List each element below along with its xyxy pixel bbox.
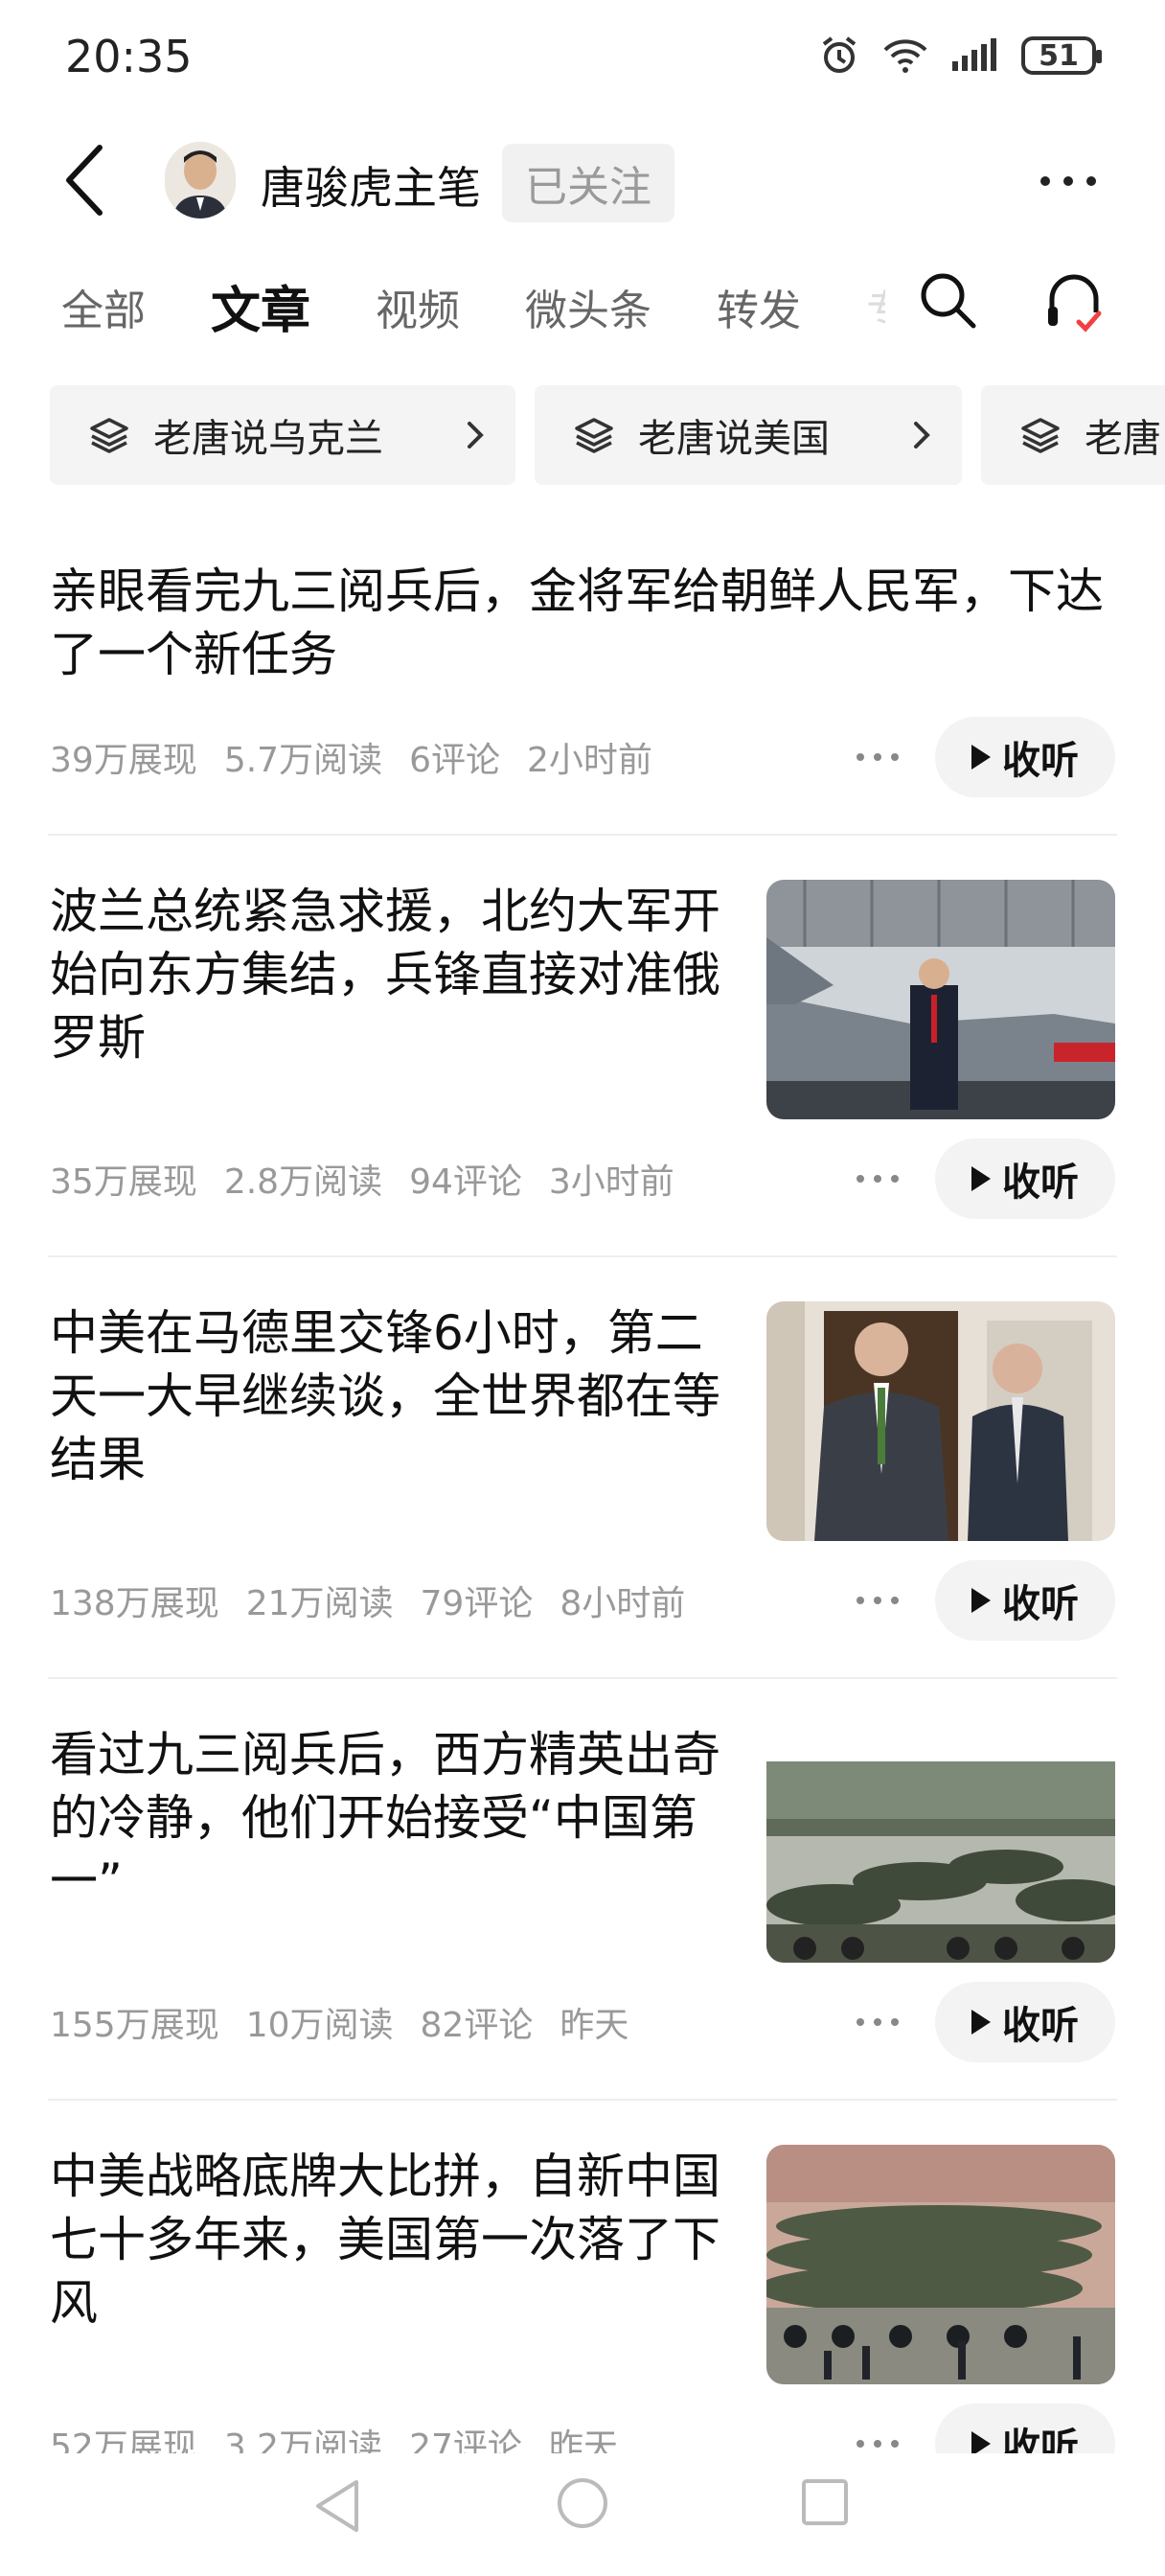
play-icon xyxy=(971,745,991,770)
article-thumbnail[interactable] xyxy=(766,2145,1115,2384)
headphones-icon[interactable] xyxy=(1044,268,1104,334)
article-meta: 35万展现 2.8万阅读 94评论 3小时前 xyxy=(50,1154,674,1204)
chevron-right-icon xyxy=(468,422,484,448)
article-reads: 10万阅读 xyxy=(245,2006,394,2045)
author-avatar[interactable] xyxy=(165,142,236,218)
article-comments: 6评论 xyxy=(409,741,500,780)
article-meta: 155万展现 10万阅读 82评论 昨天 xyxy=(50,1997,628,2047)
search-icon[interactable] xyxy=(918,270,977,330)
nav-back-icon[interactable] xyxy=(312,2476,362,2536)
chevron-right-icon xyxy=(914,422,930,448)
divider xyxy=(48,1255,1117,1257)
alarm-icon xyxy=(822,36,857,73)
tab-articles[interactable]: 文章 xyxy=(211,270,310,342)
divider xyxy=(48,2099,1117,2101)
collection-label: 老唐 xyxy=(1085,417,1161,461)
nav-recent-apps-icon[interactable] xyxy=(801,2478,849,2526)
divider xyxy=(48,834,1117,836)
article-title[interactable]: 看过九三阅兵后，西方精英出奇的冷静，他们开始接受“中国第一” xyxy=(50,1723,740,1913)
article-views: 39万展现 xyxy=(50,741,197,780)
divider xyxy=(48,1677,1117,1679)
battery-level: 51 xyxy=(1039,38,1079,73)
tab-videos[interactable]: 视频 xyxy=(376,276,460,337)
article-title[interactable]: 中美在马德里交锋6小时，第二天一大早继续谈，全世界都在等结果 xyxy=(50,1301,740,1491)
play-icon xyxy=(971,1588,991,1613)
wifi-icon xyxy=(883,39,927,73)
listen-label: 收听 xyxy=(1002,739,1079,783)
nav-home-icon[interactable] xyxy=(556,2476,609,2530)
layers-icon xyxy=(1021,418,1060,453)
article-meta: 138万展现 21万阅读 79评论 8小时前 xyxy=(50,1576,685,1625)
listen-button[interactable]: 收听 xyxy=(935,1138,1115,1219)
article-thumbnail[interactable] xyxy=(766,880,1115,1119)
article-comments: 82评论 xyxy=(420,2006,534,2045)
article-thumbnail[interactable] xyxy=(766,1723,1115,1963)
tab-all[interactable]: 全部 xyxy=(61,276,146,337)
article-comments: 79评论 xyxy=(420,1584,534,1623)
author-name[interactable]: 唐骏虎主笔 xyxy=(261,153,481,217)
content-tabs: 全部 文章 视频 微头条 转发 专 xyxy=(61,270,885,342)
play-icon xyxy=(971,2010,991,2035)
article-reads: 2.8万阅读 xyxy=(223,1162,383,1202)
collection-more[interactable]: 老唐 xyxy=(981,385,1165,485)
listen-button[interactable]: 收听 xyxy=(935,717,1115,797)
article-views: 155万展现 xyxy=(50,2006,219,2045)
article-reads: 21万阅读 xyxy=(245,1584,394,1623)
article-thumbnail[interactable] xyxy=(766,1301,1115,1541)
more-dots-icon[interactable] xyxy=(857,2018,899,2026)
article-time: 8小时前 xyxy=(560,1584,686,1623)
article-time: 2小时前 xyxy=(526,741,652,780)
status-time: 20:35 xyxy=(65,31,193,82)
more-dots-icon[interactable] xyxy=(857,1597,899,1604)
listen-button[interactable]: 收听 xyxy=(935,1560,1115,1641)
more-options-icon[interactable] xyxy=(1040,176,1096,186)
article-title[interactable]: 中美战略底牌大比拼，自新中国七十多年来，美国第一次落了下风 xyxy=(50,2145,740,2334)
article-reads: 5.7万阅读 xyxy=(223,741,383,780)
article-views: 35万展现 xyxy=(50,1162,197,1202)
more-dots-icon[interactable] xyxy=(857,753,899,761)
signal-icon xyxy=(952,38,996,71)
layers-icon xyxy=(575,418,613,453)
article-comments: 94评论 xyxy=(409,1162,522,1202)
article-title[interactable]: 亲眼看完九三阅兵后，金将军给朝鲜人民军，下达了一个新任务 xyxy=(50,560,1113,686)
article-views: 138万展现 xyxy=(50,1584,219,1623)
status-icons: 51 xyxy=(818,34,1102,77)
back-arrow-icon[interactable] xyxy=(63,144,105,217)
layers-icon xyxy=(90,418,128,453)
listen-button[interactable]: 收听 xyxy=(935,1982,1115,2062)
collection-label: 老唐说乌克兰 xyxy=(153,417,383,461)
system-nav-bar xyxy=(0,2453,1165,2576)
collection-ukraine[interactable]: 老唐说乌克兰 xyxy=(50,385,515,485)
listen-label: 收听 xyxy=(1002,1161,1079,1205)
article-time: 3小时前 xyxy=(548,1162,674,1202)
play-icon xyxy=(971,1166,991,1191)
collection-label: 老唐说美国 xyxy=(638,417,830,461)
listen-label: 收听 xyxy=(1002,2004,1079,2048)
following-button[interactable]: 已关注 xyxy=(502,144,674,222)
tab-columns[interactable]: 专 xyxy=(866,276,885,337)
tab-reposts[interactable]: 转发 xyxy=(717,276,801,337)
article-title[interactable]: 波兰总统紧急求援，北约大军开始向东方集结，兵锋直接对准俄罗斯 xyxy=(50,880,720,1070)
tab-micro-posts[interactable]: 微头条 xyxy=(525,276,651,337)
article-time: 昨天 xyxy=(560,2006,629,2045)
more-dots-icon[interactable] xyxy=(857,1175,899,1183)
more-dots-icon[interactable] xyxy=(857,2440,899,2448)
collection-usa[interactable]: 老唐说美国 xyxy=(535,385,962,485)
article-meta: 39万展现 5.7万阅读 6评论 2小时前 xyxy=(50,732,652,782)
listen-label: 收听 xyxy=(1002,1582,1079,1626)
battery-indicator: 51 xyxy=(1021,36,1102,75)
